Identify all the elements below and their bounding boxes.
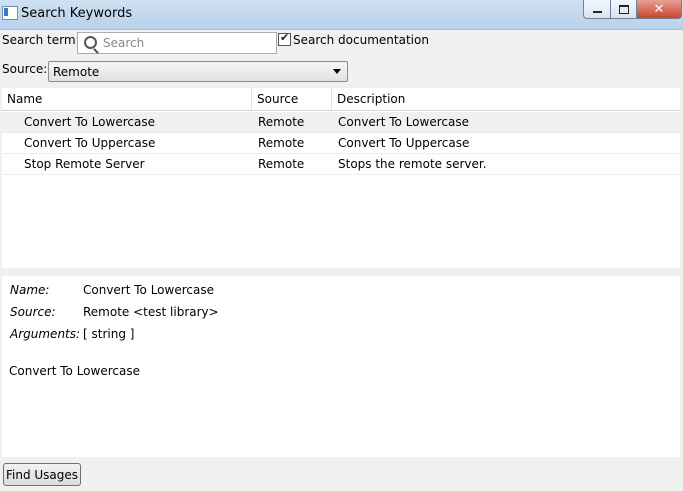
title-bar: Search Keywords ✕ <box>0 0 683 30</box>
search-term-label: Search term: <box>2 33 80 47</box>
maximize-button[interactable] <box>610 0 637 19</box>
row-description: Convert To Lowercase <box>338 115 469 129</box>
source-select[interactable]: Remote <box>48 61 348 82</box>
row-name: Convert To Uppercase <box>24 136 156 150</box>
column-header-description[interactable]: Description <box>332 88 680 110</box>
table-row[interactable]: Convert To Uppercase Remote Convert To U… <box>2 133 680 154</box>
source-label: Source: <box>2 62 48 76</box>
row-description: Stops the remote server. <box>338 157 487 171</box>
search-documentation-label: Search documentation <box>293 33 429 47</box>
keyword-details-pane: Name: Convert To Lowercase Source: Remot… <box>2 276 680 457</box>
close-button[interactable]: ✕ <box>636 0 682 19</box>
row-description: Convert To Uppercase <box>338 136 470 150</box>
minimize-button[interactable] <box>583 0 611 19</box>
details-source-label: Source: <box>10 305 56 319</box>
search-box[interactable] <box>77 32 277 54</box>
source-selected-value: Remote <box>53 65 100 79</box>
details-source-value: Remote <test library> <box>83 305 219 319</box>
chevron-down-icon <box>333 69 341 74</box>
row-name: Stop Remote Server <box>24 157 145 171</box>
row-source: Remote <box>258 115 305 129</box>
row-name: Convert To Lowercase <box>24 115 155 129</box>
column-header-source[interactable]: Source <box>252 88 332 110</box>
column-header-name[interactable]: Name <box>2 88 252 110</box>
details-arguments-value: [ string ] <box>83 327 135 341</box>
minimize-icon <box>592 11 602 13</box>
row-source: Remote <box>258 157 305 171</box>
details-name-label: Name: <box>10 283 50 297</box>
search-input[interactable] <box>103 35 268 51</box>
table-header: Name Source Description <box>2 88 680 111</box>
table-row[interactable]: Convert To Lowercase Remote Convert To L… <box>2 112 680 133</box>
app-icon <box>2 6 18 20</box>
details-documentation: Convert To Lowercase <box>9 364 140 378</box>
close-icon: ✕ <box>653 1 665 17</box>
row-source: Remote <box>258 136 305 150</box>
details-arguments-label: Arguments: <box>10 327 81 341</box>
search-documentation-checkbox[interactable] <box>278 31 291 46</box>
search-icon <box>84 36 97 49</box>
details-name-value: Convert To Lowercase <box>83 283 214 297</box>
window-title: Search Keywords <box>21 6 133 21</box>
find-usages-button[interactable]: Find Usages <box>3 463 81 486</box>
keywords-table: Name Source Description Convert To Lower… <box>2 88 680 268</box>
table-row[interactable]: Stop Remote Server Remote Stops the remo… <box>2 154 680 175</box>
maximize-icon <box>618 4 629 14</box>
